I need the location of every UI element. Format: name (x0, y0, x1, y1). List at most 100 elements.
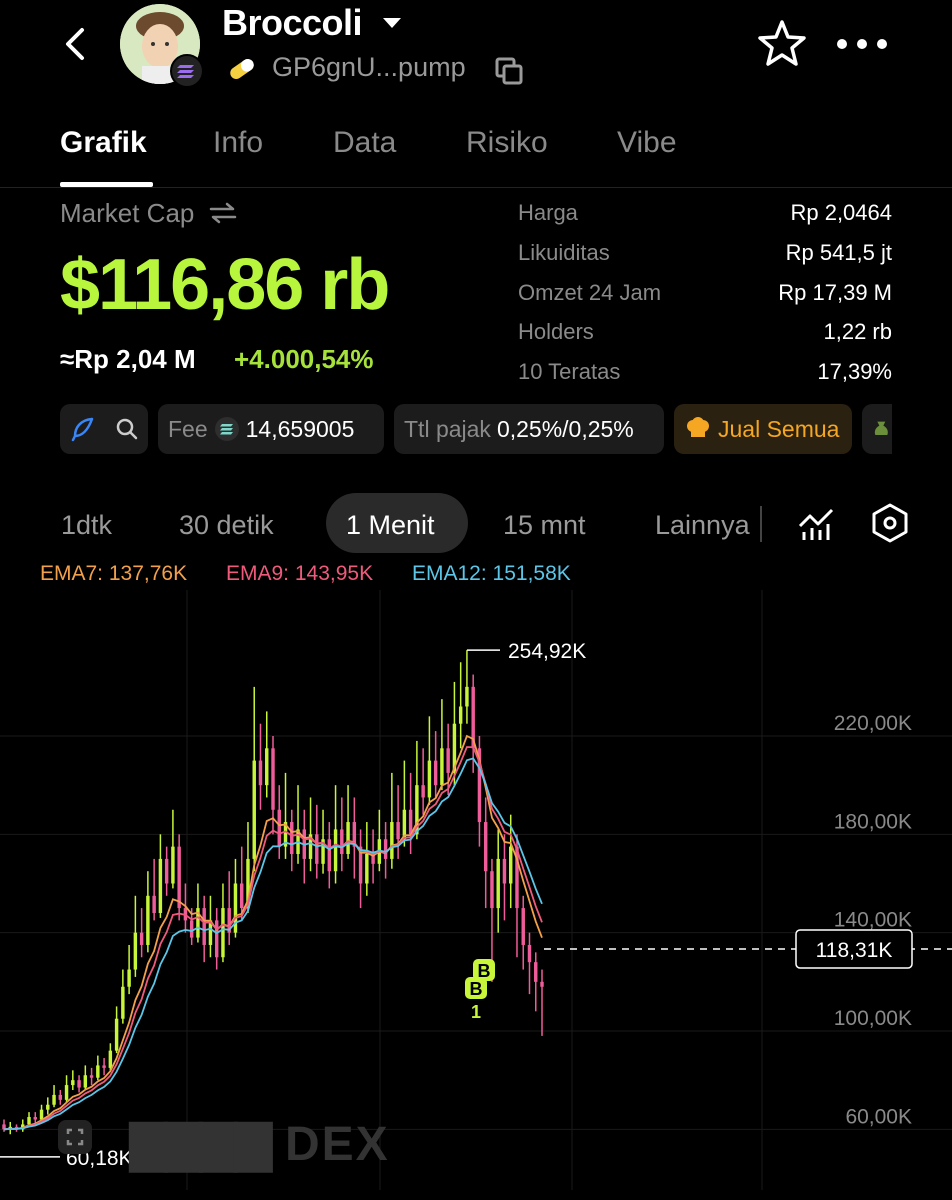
candle-body (121, 986, 125, 1019)
candle-body (58, 1094, 63, 1100)
candle-body (340, 829, 344, 854)
stat-label: 10 Teratas (518, 359, 621, 384)
timeframe-30s[interactable]: 30 detik (179, 510, 274, 541)
indicator-icon[interactable] (796, 504, 836, 549)
candle-body (139, 932, 144, 945)
stat-label: Likuiditas (518, 240, 610, 265)
candle-body (465, 686, 469, 707)
fee-chip[interactable]: Fee 14,659005 (158, 404, 384, 454)
contract-address: GP6gnU...pump (272, 52, 466, 82)
candle-body (521, 908, 525, 945)
search-icon (116, 418, 137, 440)
buy-marker-count: 1 (471, 1002, 481, 1022)
swap-icon[interactable] (208, 202, 238, 224)
candle-body (440, 748, 444, 786)
tab-data[interactable]: Data (333, 126, 396, 160)
chevron-left-icon (66, 28, 84, 60)
candle-body (383, 839, 388, 859)
stat-value: Rp 2,0464 (790, 200, 892, 225)
candle-body (421, 785, 425, 798)
market-cap-label[interactable]: Market Cap (60, 198, 238, 229)
y-tick-label: 140,00K (834, 909, 912, 932)
timeframe-more[interactable]: Lainnya (655, 510, 750, 541)
y-tick-label: 220,00K (834, 712, 912, 735)
candle-body (327, 839, 332, 872)
pill-icon (226, 56, 258, 87)
candle-body (202, 908, 206, 945)
tab-vibe[interactable]: Vibe (617, 126, 677, 160)
money-bag-chip[interactable] (862, 404, 892, 454)
candle-body (158, 858, 163, 913)
tab-risiko[interactable]: Risiko (466, 126, 548, 160)
candle-body (46, 1104, 50, 1110)
candle-body (446, 748, 450, 773)
candle-body (496, 858, 500, 909)
candle-body (146, 895, 150, 945)
candle-body (71, 1080, 75, 1086)
candle-body (152, 895, 156, 913)
candle-body (427, 760, 432, 798)
candle-body (540, 981, 544, 987)
candle-body (189, 920, 194, 938)
candle-body (271, 748, 275, 810)
market-cap-idr: ≈Rp 2,04 M (60, 344, 196, 374)
tax-chip[interactable]: Ttl pajak 0,25%/0,25% (394, 404, 664, 454)
candle-body (77, 1080, 81, 1088)
candle-body (265, 748, 269, 786)
candle-body (114, 1018, 119, 1051)
timeframe-1m[interactable]: 1 Menit (346, 510, 435, 541)
candle-body (177, 846, 181, 909)
stat-value: 17,39% (817, 359, 892, 384)
money-bag-icon (874, 421, 888, 435)
back-button[interactable] (58, 26, 94, 62)
candle-body (396, 822, 400, 840)
expand-icon[interactable] (58, 1120, 92, 1154)
candle-body (509, 846, 513, 884)
sell-all-label: Jual Semua (718, 415, 840, 442)
market-cap-value: $116,86 rb (60, 245, 390, 325)
stat-label: Harga (518, 200, 578, 225)
y-tick-label: 60,00K (845, 1105, 912, 1128)
candle-body (258, 760, 263, 786)
fee-label: Fee (168, 415, 208, 442)
chevron-down-icon[interactable] (383, 18, 401, 28)
candle-body (39, 1109, 44, 1120)
high-label: 254,92K (508, 640, 586, 663)
tab-divider (0, 187, 952, 188)
tab-info[interactable]: Info (213, 126, 263, 160)
candle-body (102, 1065, 106, 1068)
chef-hat-icon (687, 417, 709, 437)
candle-body (365, 854, 369, 884)
buy-marker-label: B (470, 979, 483, 999)
candle-body (527, 944, 532, 963)
candle-body (214, 920, 219, 958)
candle-body (64, 1085, 69, 1100)
candle-body (89, 1075, 94, 1078)
sell-all-button[interactable]: Jual Semua (674, 404, 852, 454)
y-tick-label: 100,00K (834, 1007, 912, 1030)
candle-body (315, 834, 319, 864)
settings-hex-icon[interactable] (870, 502, 910, 549)
solana-badge-icon (170, 54, 204, 88)
candle-body (221, 908, 225, 958)
tax-value: 0,25%/0,25% (496, 415, 634, 442)
timeframe-1s[interactable]: 1dtk (61, 510, 112, 541)
stat-value: Rp 17,39 M (778, 280, 892, 305)
candle-body (408, 809, 413, 835)
star-icon[interactable] (756, 18, 808, 75)
copy-icon[interactable] (494, 56, 524, 91)
candle-body (483, 822, 488, 872)
y-tick-label: 180,00K (834, 810, 912, 833)
candle-body (96, 1065, 100, 1078)
candle-body (346, 822, 350, 854)
search-chip[interactable] (60, 404, 148, 454)
more-horizontal-icon[interactable] (836, 36, 888, 57)
price-chart[interactable]: 220,00K 180,00K 140,00K 100,00K 60,00K 254,92… (0, 590, 952, 1190)
candle-body (277, 809, 281, 847)
stat-value: Rp 541,5 jt (785, 240, 892, 265)
candle-body (502, 858, 507, 884)
token-title[interactable]: Broccoli (222, 2, 363, 44)
timeframe-15m[interactable]: 15 mnt (503, 510, 586, 541)
tab-grafik[interactable]: Grafik (60, 126, 147, 160)
candle-body (433, 760, 438, 786)
